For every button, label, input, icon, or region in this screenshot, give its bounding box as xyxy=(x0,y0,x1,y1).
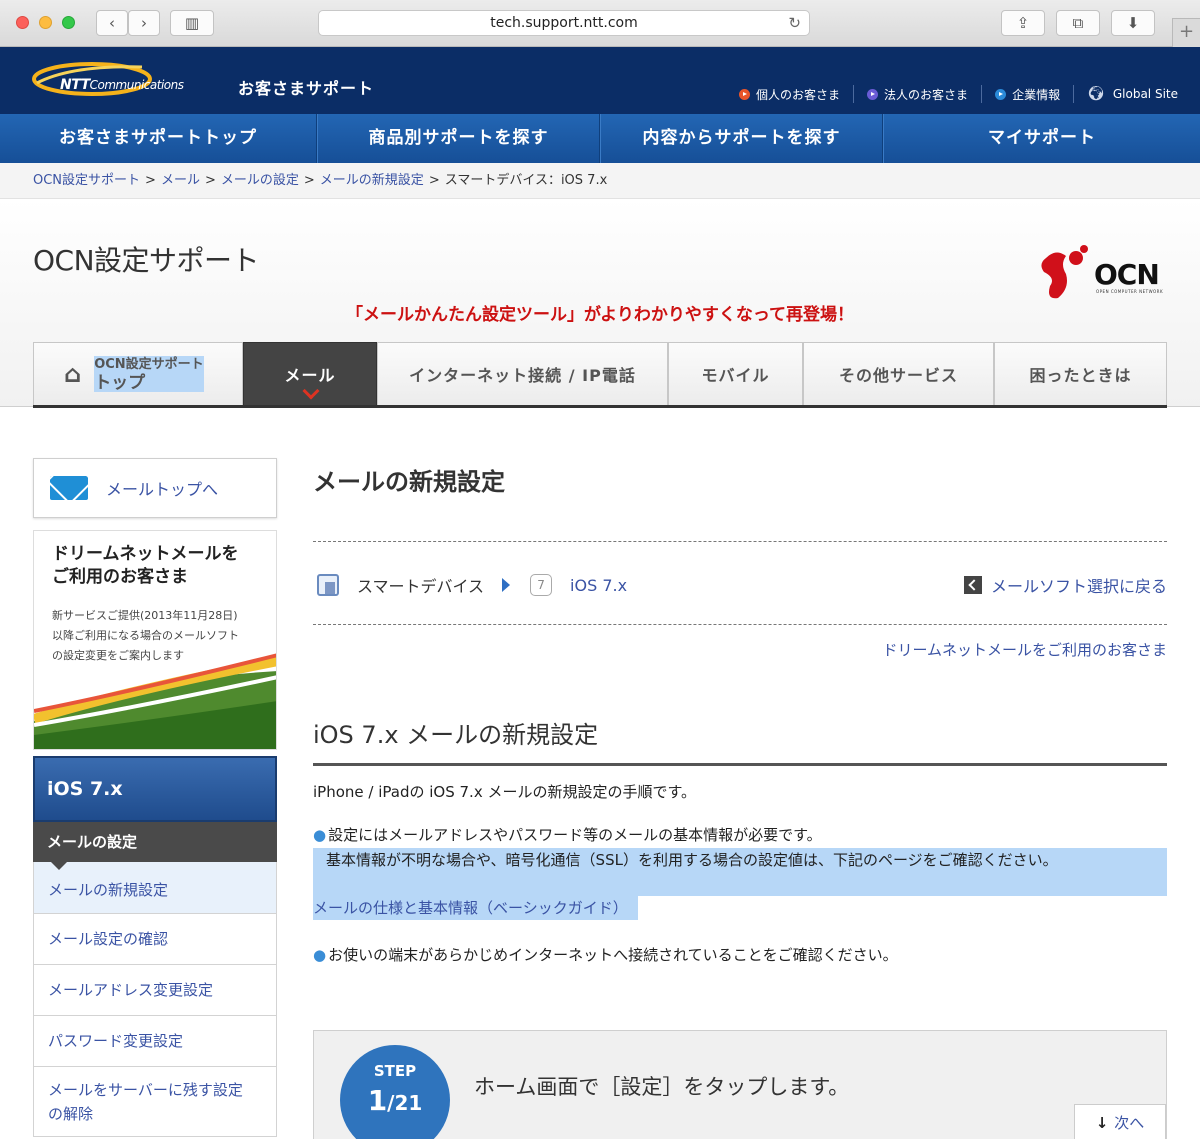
back-button[interactable]: ‹ xyxy=(96,10,128,36)
sidebar-item-change-address[interactable]: メールアドレス変更設定 xyxy=(33,965,277,1016)
arrow-circle-icon xyxy=(867,88,879,100)
ntt-logo[interactable]: NTTCommunications xyxy=(60,77,184,93)
breadcrumb-new-setup[interactable]: メールの新規設定 xyxy=(320,173,424,188)
sidebar-toggle-button[interactable]: ▥ xyxy=(170,10,214,36)
basic-guide-link[interactable]: メールの仕様と基本情報（ベーシックガイド） xyxy=(313,896,638,920)
tab-troubleshooting[interactable]: 困ったときは xyxy=(994,342,1167,405)
sidebar-menu: iOS 7.x メールの設定 メールの新規設定 メール設定の確認 メールアドレス… xyxy=(33,756,277,1137)
sidebar-ios-heading: iOS 7.x xyxy=(33,756,277,822)
breadcrumb-current: スマートデバイス：iOS 7.x xyxy=(444,173,608,188)
sidebar-item-keep-on-server[interactable]: メールをサーバーに残す設定 の解除 xyxy=(33,1067,277,1137)
breadcrumb-ocn-support[interactable]: OCN設定サポート xyxy=(33,173,140,188)
dreamnet-customers-link[interactable]: ドリームネットメールをご利用のお客さま xyxy=(882,639,1167,660)
link-company-info[interactable]: 企業情報 xyxy=(982,85,1075,103)
ios-icon: 7 xyxy=(530,574,553,596)
back-to-mail-software-link[interactable]: メールソフト選択に戻る xyxy=(963,573,1167,597)
breadcrumb-mail-settings[interactable]: メールの設定 xyxy=(221,173,299,188)
mail-top-link[interactable]: メールトップへ xyxy=(33,458,277,518)
link-global-site[interactable]: 🌍︎ Global Site xyxy=(1074,85,1178,103)
bullet-icon: ● xyxy=(313,826,327,844)
device-path: スマートデバイス 7 iOS 7.x メールソフト選択に戻る xyxy=(313,541,1167,625)
ocn-logo-text: OCN xyxy=(1094,258,1160,291)
breadcrumb-mail[interactable]: メール xyxy=(161,173,200,188)
tab-ocn-support-top[interactable]: ⌂ OCN設定サポート トップ xyxy=(33,342,243,405)
address-bar[interactable]: tech.support.ntt.com ↻ xyxy=(318,10,810,36)
section-title: iOS 7.x メールの新規設定 xyxy=(313,715,1167,766)
main-content: メールの新規設定 スマートデバイス 7 iOS 7.x メールソフト選択に戻る … xyxy=(313,440,1167,1139)
forward-button[interactable]: › xyxy=(128,10,160,36)
bullet-icon: ● xyxy=(313,946,327,964)
tab-mail[interactable]: メール xyxy=(243,342,377,405)
tabs-icon: ⧉ xyxy=(1072,14,1084,32)
smart-device-icon xyxy=(317,574,339,596)
step-box: STEP 1/21 ホーム画面で［設定］をタップします。 ↓ 次へ xyxy=(313,1030,1167,1139)
download-icon: ⬇ xyxy=(1126,14,1140,32)
minimize-window-button[interactable] xyxy=(39,16,52,29)
browser-toolbar: ‹ › ▥ tech.support.ntt.com ↻ ⇪ ⧉ ⬇ + xyxy=(0,0,1200,47)
requirement-note: ● 設定にはメールアドレスやパスワード等のメールの基本情報が必要です。 xyxy=(313,826,822,844)
share-button[interactable]: ⇪ xyxy=(1001,10,1045,36)
device-label: スマートデバイス xyxy=(357,577,485,596)
sidebar-item-change-password[interactable]: パスワード変更設定 xyxy=(33,1016,277,1067)
url-text: tech.support.ntt.com xyxy=(490,15,638,31)
close-window-button[interactable] xyxy=(16,16,29,29)
tab-other-services[interactable]: その他サービス xyxy=(803,342,994,405)
next-step-button[interactable]: ↓ 次へ xyxy=(1074,1104,1166,1139)
envelope-icon xyxy=(50,476,88,500)
sidebar: メールトップへ ドリームネットメールを ご利用のお客さま 新サービスご提供(201… xyxy=(33,458,277,1137)
step-instruction: ホーム画面で［設定］をタップします。 xyxy=(474,1075,850,1099)
promo-banner-text[interactable]: 「メールかんたん設定ツール」がよりわかりやすくなって再登場！ xyxy=(0,300,1200,325)
share-icon: ⇪ xyxy=(1016,14,1030,32)
chevron-left-icon: ‹ xyxy=(109,14,115,32)
header-title[interactable]: お客さまサポート xyxy=(238,75,374,99)
breadcrumb: OCN設定サポート > メール > メールの設定 > メールの新規設定 > スマートデバイス：i… xyxy=(0,163,1200,199)
tab-internet-ip-phone[interactable]: インターネット接続 / IP電話 xyxy=(377,342,668,405)
back-arrow-icon xyxy=(963,576,982,594)
intro-text: iPhone / iPadの iOS 7.x メールの新規設定の手順です。 xyxy=(313,783,696,801)
ocn-logo-subtext: OPEN COMPUTER NETWORK xyxy=(1096,289,1164,294)
link-personal[interactable]: 個人のお客さま xyxy=(726,85,855,103)
category-tabs: ⌂ OCN設定サポート トップ メール インターネット接続 / IP電話 モバイル… xyxy=(33,342,1167,408)
gnav-by-product[interactable]: 商品別サポートを探す xyxy=(317,114,600,163)
new-tab-button[interactable]: + xyxy=(1172,18,1200,47)
chevron-right-icon: › xyxy=(141,14,147,32)
page-title: OCN設定サポート xyxy=(33,244,260,277)
reload-icon[interactable]: ↻ xyxy=(788,11,801,35)
link-corporate[interactable]: 法人のお客さま xyxy=(854,85,983,103)
sidebar-settings-heading: メールの設定 xyxy=(33,822,277,870)
main-heading: メールの新規設定 xyxy=(313,468,505,496)
requirement-note-detail: 基本情報が不明な場合や、暗号化通信（SSL）を利用する場合の設定値は、下記のペー… xyxy=(326,851,1058,869)
arrow-circle-icon xyxy=(995,88,1007,100)
dreamnet-banner[interactable]: ドリームネットメールを ご利用のお客さま 新サービスご提供(2013年11月28日… xyxy=(33,530,277,750)
step-badge: STEP 1/21 xyxy=(340,1045,450,1139)
world-map-icon: 🌍︎ xyxy=(1087,86,1105,102)
arrow-circle-icon xyxy=(739,88,751,100)
gnav-support-top[interactable]: お客さまサポートトップ xyxy=(0,114,317,163)
site-header: NTTCommunications お客さまサポート 個人のお客さま 法人のお客… xyxy=(0,47,1200,114)
downloads-button[interactable]: ⬇ xyxy=(1111,10,1155,36)
zoom-window-button[interactable] xyxy=(62,16,75,29)
top-links: 個人のお客さま 法人のお客さま 企業情報 🌍︎ Global Site xyxy=(726,85,1178,103)
tab-mobile[interactable]: モバイル xyxy=(668,342,803,405)
sidebar-item-new-setup[interactable]: メールの新規設定 xyxy=(33,862,277,914)
sidebar-icon: ▥ xyxy=(184,14,200,32)
os-link[interactable]: iOS 7.x xyxy=(570,576,627,595)
gnav-my-support[interactable]: マイサポート xyxy=(883,114,1200,163)
connection-note: ● お使いの端末があらかじめインターネットへ接続されていることをご確認ください。 xyxy=(313,946,898,964)
gnav-by-content[interactable]: 内容からサポートを探す xyxy=(600,114,883,163)
arrow-right-icon xyxy=(502,578,511,592)
tabs-overview-button[interactable]: ⧉ xyxy=(1056,10,1100,36)
global-nav: お客さまサポートトップ 商品別サポートを探す 内容からサポートを探す マイサポー… xyxy=(0,114,1200,163)
sidebar-item-check-settings[interactable]: メール設定の確認 xyxy=(33,914,277,965)
banner-wave-graphic xyxy=(34,653,276,749)
arrow-down-icon: ↓ xyxy=(1095,1114,1109,1132)
home-icon: ⌂ xyxy=(64,360,83,388)
